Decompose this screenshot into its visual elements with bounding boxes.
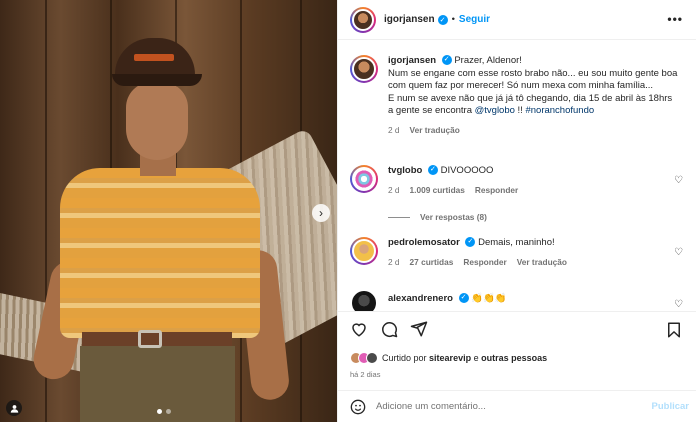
post-header: igorjansen ✓ • Seguir ••• — [338, 0, 696, 40]
view-replies-button[interactable]: Ver respostas (8) — [388, 212, 487, 222]
avatar[interactable] — [350, 55, 378, 83]
mention-link[interactable]: @tvglobo — [475, 105, 515, 116]
caption: igorjansen ✓ Prazer, Aldenor! Num se eng… — [350, 55, 685, 136]
cap-logo — [134, 54, 174, 61]
verified-icon: ✓ — [427, 165, 438, 176]
follow-button[interactable]: Seguir — [459, 14, 490, 25]
avatar[interactable] — [350, 289, 378, 311]
reply-button[interactable]: Responder — [475, 184, 518, 197]
cap-brim — [112, 74, 202, 86]
comment-username[interactable]: alexandrenero — [388, 293, 453, 304]
comment: alexandrenero ✓ 👏👏👏 ♡ — [350, 289, 685, 311]
translate-link[interactable]: Ver tradução — [410, 124, 460, 137]
face — [126, 82, 188, 160]
avatar[interactable] — [350, 237, 378, 265]
bookmark-icon[interactable] — [665, 321, 683, 339]
shirt — [60, 168, 260, 338]
comment-text: Demais, maninho! — [478, 237, 555, 248]
add-comment-bar: Adicione um comentário... Publicar — [338, 390, 696, 422]
hashtag-link[interactable]: #noranchofundo — [525, 105, 594, 116]
caption-username[interactable]: igorjansen — [388, 55, 436, 66]
post-time[interactable]: há 2 dias — [350, 370, 380, 379]
separator: • — [451, 14, 455, 25]
tag-user-icon[interactable] — [6, 400, 22, 416]
carousel-dot-active — [157, 409, 162, 414]
carousel-dots — [157, 409, 171, 414]
post-sidebar: igorjansen ✓ • Seguir ••• igorjansen ✓ P… — [337, 0, 696, 422]
comment: tvglobo ✓ DIVOOOOO 2 d 1.009 curtidas Re… — [350, 165, 685, 205]
comment-time[interactable]: 2 d — [388, 184, 400, 197]
post-actions: Curtido por sitearevip e outras pessoas … — [338, 311, 696, 421]
carousel-dot — [166, 409, 171, 414]
avatar — [366, 352, 378, 364]
liked-user[interactable]: sitearevip — [429, 353, 471, 363]
liked-prefix: Curtido por — [382, 353, 427, 363]
heart-icon[interactable]: ♡ — [674, 175, 683, 186]
verified-icon: ✓ — [458, 293, 469, 304]
verified-icon: ✓ — [465, 237, 476, 248]
comment-icon[interactable] — [380, 320, 398, 338]
caption-exclaim: !! — [517, 105, 523, 116]
liked-suffix: e — [473, 353, 479, 363]
comment: pedrolemosator ✓ Demais, maninho! 2 d 27… — [350, 237, 685, 277]
caption-line: Num se engane com esse rosto brabo não..… — [388, 67, 678, 92]
comment-time[interactable]: 2 d — [388, 256, 400, 269]
liked-others[interactable]: outras pessoas — [481, 353, 547, 363]
more-icon[interactable]: ••• — [667, 12, 683, 26]
comment-text: 👏👏👏 — [471, 293, 507, 304]
translate-link[interactable]: Ver tradução — [517, 256, 567, 269]
comment-likes[interactable]: 27 curtidas — [410, 256, 454, 269]
heart-icon[interactable]: ♡ — [674, 299, 683, 310]
publish-button[interactable]: Publicar — [652, 401, 690, 412]
reply-button[interactable]: Responder — [463, 256, 506, 269]
chevron-right-icon[interactable]: › — [312, 204, 330, 222]
comments-list[interactable]: igorjansen ✓ Prazer, Aldenor! Num se eng… — [338, 41, 696, 311]
share-icon[interactable] — [410, 320, 428, 338]
avatar[interactable] — [350, 165, 378, 193]
heart-icon[interactable]: ♡ — [674, 247, 683, 258]
comment-username[interactable]: pedrolemosator — [388, 237, 460, 248]
comment-likes[interactable]: 1.009 curtidas — [410, 184, 465, 197]
author-username[interactable]: igorjansen — [384, 14, 435, 25]
avatar[interactable] — [350, 6, 376, 33]
heart-icon[interactable] — [350, 320, 368, 338]
verified-icon: ✓ — [437, 14, 448, 25]
verified-icon: ✓ — [441, 55, 452, 66]
emoji-icon[interactable] — [350, 399, 366, 415]
comment-username[interactable]: tvglobo — [388, 165, 422, 176]
post-photo: › — [0, 0, 337, 422]
view-replies-label: Ver respostas (8) — [420, 212, 487, 222]
comment-input[interactable]: Adicione um comentário... — [376, 401, 626, 412]
caption-time[interactable]: 2 d — [388, 124, 400, 137]
belt-buckle — [138, 330, 162, 348]
actor-figure — [29, 30, 291, 422]
caption-line: Prazer, Aldenor! — [454, 55, 522, 66]
liked-by: Curtido por sitearevip e outras pessoas — [350, 352, 547, 364]
comment-text: DIVOOOOO — [440, 165, 494, 176]
